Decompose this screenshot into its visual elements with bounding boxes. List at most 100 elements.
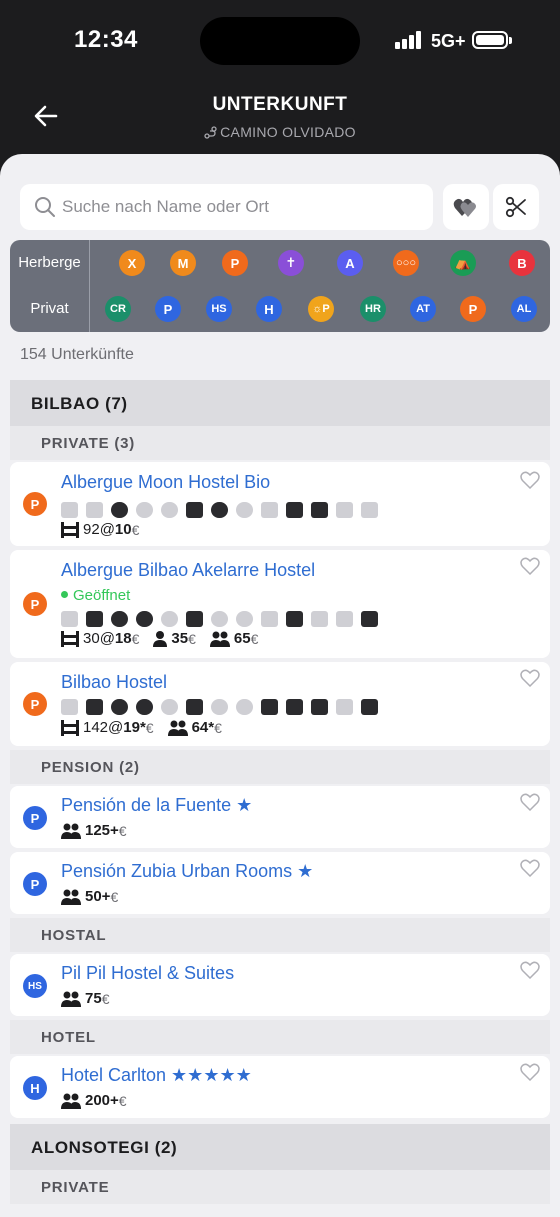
heart-icon[interactable] (520, 669, 540, 687)
currency: € (118, 822, 127, 839)
washer-icon (236, 502, 253, 518)
list-item[interactable]: P Albergue Bilbao Akelarre Hostel Geöffn… (10, 550, 550, 658)
fireplace-icon (186, 502, 203, 518)
filter-badge[interactable]: HS (206, 296, 232, 322)
type-badge: H (23, 1076, 47, 1100)
bed-icon (86, 699, 103, 715)
double-price: 64* (191, 719, 215, 736)
two-people-icon (61, 991, 81, 1007)
status-bar: 12:34 5G+ (0, 0, 560, 84)
list-item[interactable]: P Pensión Zubia Urban Rooms ★ 50+ € (10, 852, 550, 914)
type-badge: P (23, 806, 47, 830)
type-badge: P (23, 492, 47, 516)
bed-price: 18 (114, 630, 132, 647)
filter-badge[interactable]: HR (360, 296, 386, 322)
filter-row-label: Privat (30, 300, 69, 317)
filter-badge[interactable]: AT (410, 296, 436, 322)
filter-badge[interactable]: H (256, 296, 282, 322)
search-input[interactable] (62, 184, 422, 230)
heart-icon[interactable] (520, 859, 540, 877)
currency: € (214, 719, 222, 736)
item-name[interactable]: Albergue Bilbao Akelarre Hostel (61, 560, 315, 581)
plate-icon (161, 699, 178, 715)
fireplace-icon (186, 699, 203, 715)
heart-icon[interactable] (520, 1063, 540, 1081)
bunk-bed-icon (61, 521, 79, 538)
wifi-icon (286, 611, 303, 627)
list-item[interactable]: P Albergue Moon Hostel Bio 92 @10 € (10, 462, 550, 546)
item-name[interactable]: Bilbao Hostel (61, 672, 167, 693)
bowl-icon (211, 699, 228, 715)
item-name[interactable]: Pil Pil Hostel & Suites (61, 963, 234, 984)
pie-icon (136, 502, 153, 518)
bed-price: 19* (123, 719, 146, 736)
category-header: PENSION (2) (10, 750, 550, 784)
signal-icon (395, 31, 425, 49)
double-price: 75 (85, 990, 102, 1007)
filter-badge[interactable]: B (509, 250, 535, 276)
page-title: UNTERKUNFT (212, 94, 348, 115)
two-people-icon (209, 631, 230, 647)
bed-count: 142 (83, 719, 109, 736)
filter-badge[interactable]: P (222, 250, 248, 276)
washer-icon (236, 699, 253, 715)
filter-badge[interactable]: ⛺ (450, 250, 476, 276)
reception-bell-icon (111, 611, 128, 627)
filter-badge[interactable]: P (155, 296, 181, 322)
list-item[interactable]: P Bilbao Hostel 142 @19* € 64* € (10, 662, 550, 746)
filter-badge[interactable]: AL (511, 296, 537, 322)
bowl-icon (211, 611, 228, 627)
double-price: 65 (233, 630, 251, 647)
scissors-icon (505, 196, 526, 218)
hiker-icon (61, 502, 78, 518)
two-people-icon (61, 889, 81, 905)
currency: € (131, 630, 140, 647)
hiker-icon (61, 699, 78, 715)
route-icon (204, 126, 217, 139)
search-box[interactable] (20, 184, 433, 230)
price-row: 125+ € (61, 822, 127, 839)
filter-badge[interactable]: ☼P (308, 296, 334, 322)
item-name[interactable]: Pensión Zubia Urban Rooms ★ (61, 861, 313, 882)
category-header: PRIVATE (10, 1170, 550, 1204)
dog-icon (361, 502, 378, 518)
bunk-bed-icon (61, 719, 79, 736)
item-name[interactable]: Hotel Carlton ★★★★★ (61, 1065, 252, 1086)
scissors-button[interactable] (493, 184, 539, 230)
item-name[interactable]: Albergue Moon Hostel Bio (61, 472, 270, 493)
dryer-icon (261, 699, 278, 715)
filter-badge[interactable]: X (119, 250, 145, 276)
open-status: Geöffnet (61, 587, 130, 604)
content-sheet: Herberge XMP✝A○○○⛺B Privat CRPHSH☼PHRATP… (0, 154, 560, 1217)
filter-badge[interactable]: ○○○ (393, 250, 419, 276)
heart-icon[interactable] (520, 961, 540, 979)
heart-icon[interactable] (520, 793, 540, 811)
hiker-icon (61, 611, 78, 627)
category-header: PRIVATE (3) (10, 426, 550, 460)
list-item[interactable]: H Hotel Carlton ★★★★★ 200+ € (10, 1056, 550, 1118)
accommodation-list: BILBAO (7) PRIVATE (3) P Albergue Moon H… (10, 380, 550, 1204)
list-item[interactable]: HS Pil Pil Hostel & Suites 75 € (10, 954, 550, 1016)
price-row: 50+ € (61, 888, 118, 905)
currency: € (188, 630, 196, 647)
filter-badge[interactable]: P (460, 296, 486, 322)
dog-icon (361, 611, 378, 627)
category-header: HOSTAL (10, 918, 550, 952)
filter-badge[interactable]: CR (105, 296, 131, 322)
list-item[interactable]: P Pensión de la Fuente ★ 125+ € (10, 786, 550, 848)
double-price: 200+ (85, 1092, 119, 1109)
currency: € (250, 630, 259, 647)
heart-icon[interactable] (520, 471, 540, 489)
currency: € (131, 521, 140, 538)
heart-icon[interactable] (520, 557, 540, 575)
favorites-button[interactable] (443, 184, 489, 230)
filter-badge[interactable]: A (337, 250, 363, 276)
search-icon (35, 197, 55, 217)
filter-badge[interactable]: M (170, 250, 196, 276)
single-person-icon (153, 630, 168, 647)
result-count: 154 Unterkünfte (20, 346, 134, 363)
currency: € (110, 888, 119, 905)
filter-badge[interactable]: ✝ (278, 250, 304, 276)
item-name[interactable]: Pensión de la Fuente ★ (61, 795, 252, 816)
amenities-row (61, 697, 386, 717)
